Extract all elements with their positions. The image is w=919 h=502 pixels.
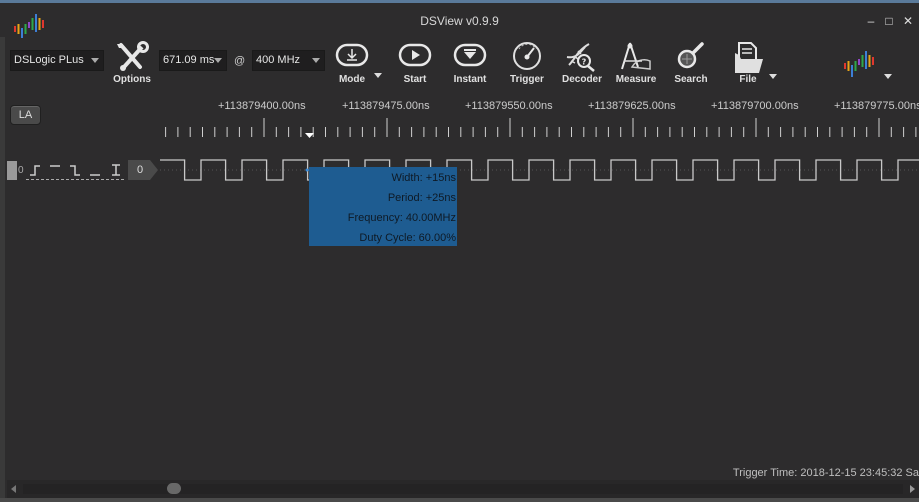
measurement-popup: Width: +15ns Period: +25ns Frequency: 40… [309, 167, 457, 246]
measure-period: Period: +25ns [387, 192, 456, 204]
ruler-label: +113879625.00ns [588, 100, 676, 112]
logo-bar [861, 55, 864, 67]
chevron-down-icon [312, 58, 320, 63]
time-ruler[interactable] [0, 115, 919, 147]
trigger-button[interactable]: Trigger [497, 41, 557, 87]
file-dropdown-icon[interactable] [769, 74, 777, 79]
logo-bar [854, 61, 857, 71]
logo-bar [868, 55, 871, 67]
theme-logo-icon[interactable] [840, 45, 888, 77]
minimize-button[interactable]: – [862, 13, 880, 29]
duration-value: 671.09 ms [163, 54, 215, 66]
ruler-label: +113879550.00ns [465, 100, 553, 112]
logo-bar [844, 63, 846, 69]
mode-label: Mode [338, 74, 366, 85]
logo-bar [847, 61, 850, 71]
horizontal-scrollbar[interactable] [7, 480, 919, 498]
logo-bar [858, 59, 860, 65]
decoder-button[interactable]: ? Decoder [552, 41, 612, 87]
instant-icon [453, 43, 487, 67]
measure-duty-cycle: Duty Cycle: 60.00% [359, 232, 456, 244]
trigger-label: Trigger [510, 74, 544, 85]
chevron-down-icon [214, 58, 222, 63]
file-folder-icon [735, 42, 763, 73]
mode-button[interactable]: Mode [322, 41, 382, 87]
decoder-dna-icon: ? [566, 43, 595, 72]
mode-dropdown-icon[interactable] [374, 73, 382, 78]
ruler-label: +113879775.00ns [834, 100, 919, 112]
window-title: DSView v0.9.9 [420, 14, 499, 28]
maximize-icon: □ [885, 14, 893, 28]
options-label: Options [113, 74, 151, 85]
at-label: @ [234, 55, 246, 67]
trigger-time: Trigger Time: 2018-12-15 23:45:32 Sa [732, 467, 919, 479]
samplerate-select[interactable]: 400 MHz [252, 50, 325, 71]
signal-waveform[interactable] [0, 155, 919, 190]
toolbar: DSLogic PLus Options 671.09 ms @ 400 MHz… [0, 37, 919, 89]
logo-bar [851, 65, 853, 77]
close-icon: ✕ [902, 14, 914, 28]
device-select[interactable]: DSLogic PLus [10, 50, 104, 71]
samplerate-value: 400 MHz [256, 54, 301, 66]
trigger-gauge-icon [513, 42, 541, 70]
theme-dropdown-icon[interactable] [884, 74, 892, 79]
device-select-value: DSLogic PLus [14, 54, 84, 66]
file-button[interactable]: File [718, 41, 778, 87]
search-label: Search [674, 74, 708, 85]
scroll-thumb[interactable] [167, 483, 181, 494]
download-icon [335, 43, 369, 67]
instant-label: Instant [453, 74, 487, 85]
scroll-left-icon[interactable] [11, 485, 16, 493]
options-button[interactable]: Options [102, 41, 162, 87]
decoder-label: Decoder [561, 74, 602, 85]
cursor-marker-icon [305, 133, 314, 138]
scroll-track[interactable] [23, 484, 903, 494]
window-bottom-edge [0, 498, 919, 502]
measure-compass-icon [621, 42, 651, 70]
ruler-label: +113879475.00ns [342, 100, 430, 112]
close-button[interactable]: ✕ [899, 13, 917, 29]
measure-label: Measure [615, 74, 657, 85]
scroll-right-icon[interactable] [910, 485, 915, 493]
wrench-screwdriver-icon [117, 41, 149, 71]
logo-bar [872, 57, 874, 65]
measure-width: Width: +15ns [391, 172, 456, 184]
waveform-path [160, 159, 919, 181]
measure-button[interactable]: Measure [606, 41, 666, 87]
instant-button[interactable]: Instant [440, 41, 500, 87]
minimize-icon: – [867, 14, 875, 28]
ruler-label: +113879400.00ns [218, 100, 306, 112]
svg-text:?: ? [582, 58, 587, 67]
maximize-button[interactable]: □ [880, 13, 898, 29]
measure-frequency: Frequency: 40.00MHz [347, 212, 456, 224]
ruler-label: +113879700.00ns [711, 100, 799, 112]
start-label: Start [403, 74, 427, 85]
chevron-down-icon [91, 58, 99, 63]
search-button[interactable]: Search [661, 41, 721, 87]
title-bar: DSView v0.9.9 – □ ✕ [0, 3, 919, 38]
logo-bar [865, 51, 867, 69]
start-button[interactable]: Start [385, 41, 445, 87]
duration-select[interactable]: 671.09 ms [159, 50, 227, 71]
search-icon [677, 42, 704, 69]
play-icon [398, 43, 432, 67]
